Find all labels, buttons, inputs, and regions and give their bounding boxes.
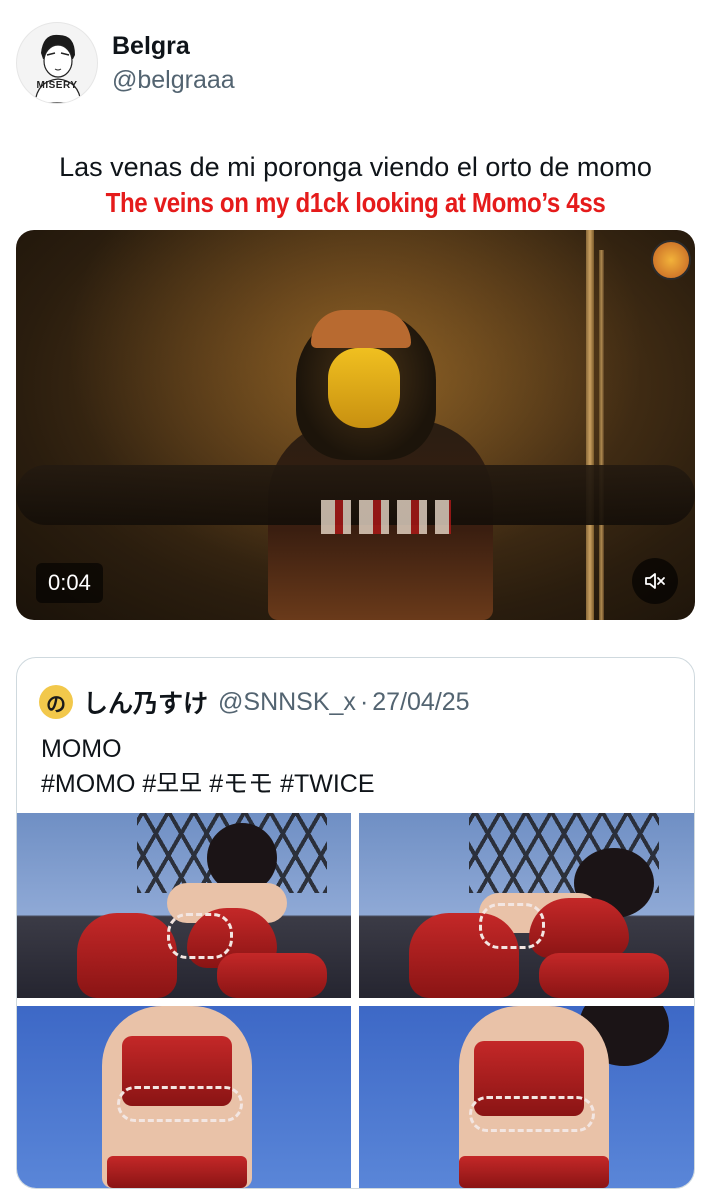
quoted-author-avatar[interactable]: の xyxy=(39,685,73,719)
performer-pants xyxy=(459,1156,609,1188)
quoted-tweet-text: MOMO #MOMO #모모 #モモ #TWICE xyxy=(41,732,375,802)
quoted-photo-4[interactable] xyxy=(359,1006,694,1188)
quoted-author-handle[interactable]: @SNNSK_x xyxy=(218,688,356,717)
shirt-print xyxy=(321,500,451,534)
quoted-tweet-date[interactable]: 27/04/25 xyxy=(372,688,469,717)
quoted-author-display-name[interactable]: しん乃すけ xyxy=(83,684,208,720)
quoted-photo-2[interactable] xyxy=(359,813,694,998)
performer-skirt xyxy=(217,953,327,998)
quoted-photo-3[interactable] xyxy=(17,1006,351,1188)
quoted-tweet[interactable]: の しん乃すけ @SNNSK_x · 27/04/25 MOMO #MOMO #… xyxy=(16,657,695,1189)
performer-outfit xyxy=(77,913,177,998)
performer-pants xyxy=(107,1156,247,1188)
tweet-translation: The veins on my d1ck looking at Momo’s 4… xyxy=(105,187,606,218)
tweet-text: Las venas de mi poronga viendo el orto d… xyxy=(59,152,652,182)
performer-cap xyxy=(311,310,411,348)
tweet-header: MISERY Belgra @belgraaa xyxy=(16,22,696,104)
performer-mask xyxy=(328,348,400,428)
mic-stand xyxy=(586,230,594,620)
outfit-ruffle xyxy=(479,903,545,949)
author-handle[interactable]: @belgraaa xyxy=(112,66,235,95)
quoted-tweet-hashtags[interactable]: #MOMO #모모 #モモ #TWICE xyxy=(41,767,375,802)
outfit-ruffle xyxy=(167,913,233,959)
mute-button[interactable] xyxy=(632,558,678,604)
avatar-shirt-text: MISERY xyxy=(36,80,78,91)
quoted-separator: · xyxy=(359,687,369,716)
quoted-photo-1[interactable] xyxy=(17,813,351,998)
quoted-photo-grid xyxy=(17,813,694,1188)
quoted-tweet-line-1: MOMO xyxy=(41,735,122,763)
performer-skirt xyxy=(539,953,669,998)
author-avatar[interactable]: MISERY xyxy=(16,22,98,104)
quoted-tweet-header: の しん乃すけ @SNNSK_x · 27/04/25 xyxy=(39,684,470,720)
speaker-muted-icon xyxy=(645,573,665,589)
mic-stand-pole xyxy=(599,250,604,620)
video-timestamp: 0:04 xyxy=(36,563,103,603)
avatar-illustration-icon xyxy=(34,34,82,103)
outfit-ruffle xyxy=(117,1086,243,1122)
author-display-name[interactable]: Belgra xyxy=(112,32,190,61)
video-player[interactable]: 0:04 xyxy=(16,230,695,620)
outfit-ruffle xyxy=(469,1096,595,1132)
channel-badge-icon xyxy=(651,240,691,280)
